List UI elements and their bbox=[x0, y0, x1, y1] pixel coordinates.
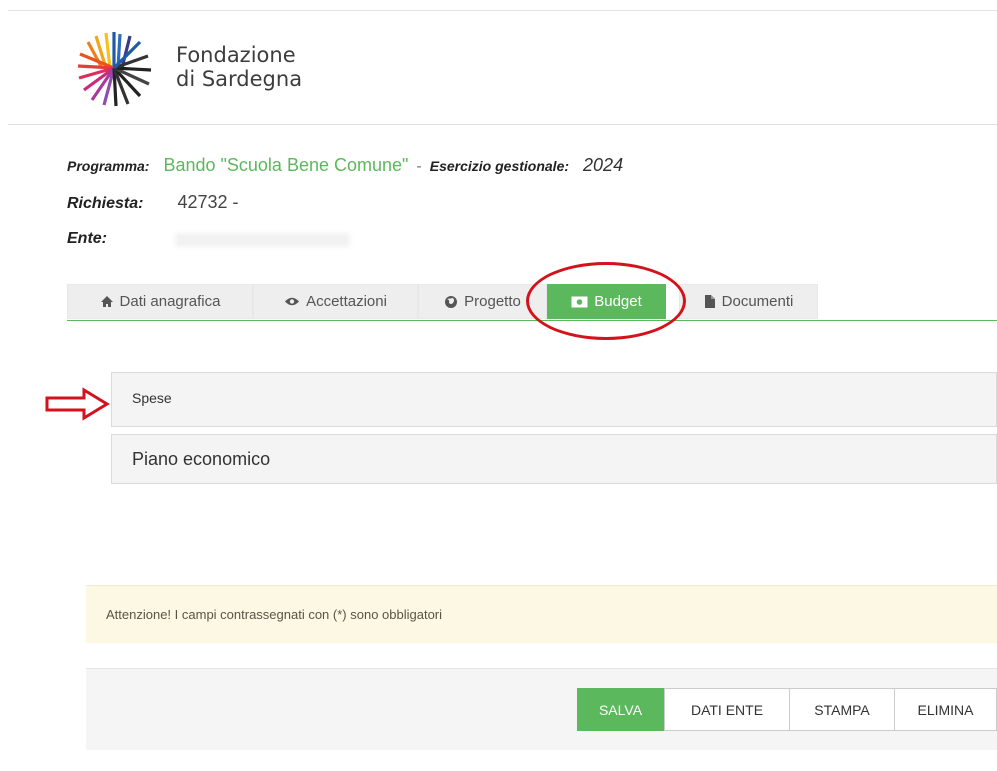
panel-spese-label: Spese bbox=[132, 390, 172, 406]
alert-text: Attenzione! I campi contrassegnati con (… bbox=[106, 607, 443, 622]
programma-value: Bando "Scuola Bene Comune" bbox=[163, 155, 409, 175]
money-icon bbox=[571, 296, 588, 307]
panel-piano-label: Piano economico bbox=[132, 449, 271, 469]
brand-name: Fondazione di Sardegna bbox=[176, 43, 302, 91]
eye-icon bbox=[285, 297, 300, 306]
required-fields-alert: Attenzione! I campi contrassegnati con (… bbox=[86, 585, 997, 643]
tab-label: Accettazioni bbox=[306, 293, 387, 310]
tab-label: Progetto bbox=[464, 293, 521, 310]
file-icon bbox=[704, 295, 715, 308]
separator: - bbox=[416, 158, 422, 175]
richiesta-value: 42732 - bbox=[177, 192, 239, 212]
home-icon bbox=[100, 296, 113, 307]
esercizio-label: Esercizio gestionale: bbox=[429, 158, 570, 174]
print-button[interactable]: STAMPA bbox=[789, 688, 895, 731]
globe-icon bbox=[445, 295, 458, 308]
save-button[interactable]: SALVA bbox=[577, 688, 664, 731]
tab-documenti[interactable]: Documenti bbox=[679, 284, 818, 319]
esercizio-value: 2024 bbox=[583, 155, 624, 175]
programma-label: Programma: bbox=[67, 158, 150, 174]
dati-ente-button[interactable]: DATI ENTE bbox=[664, 688, 790, 731]
richiesta-row: Richiesta: 42732 - bbox=[67, 192, 239, 213]
top-divider bbox=[8, 10, 997, 11]
ente-row: Ente: bbox=[67, 230, 107, 248]
brand-line-1: Fondazione bbox=[176, 43, 296, 67]
delete-button[interactable]: ELIMINA bbox=[894, 688, 997, 731]
tab-budget[interactable]: Budget bbox=[547, 284, 666, 319]
brand-line-2: di Sardegna bbox=[176, 67, 303, 91]
tab-label: Documenti bbox=[721, 293, 794, 310]
panel-piano-economico[interactable]: Piano economico bbox=[111, 434, 997, 484]
tab-progetto[interactable]: Progetto bbox=[418, 284, 547, 319]
tab-bar: Dati anagrafica Accettazioni Progetto Bu… bbox=[67, 284, 997, 321]
fondazione-logo-icon bbox=[77, 32, 152, 107]
tab-label: Dati anagrafica bbox=[119, 293, 221, 310]
site-header: Fondazione di Sardegna bbox=[8, 18, 997, 125]
panel-spese[interactable]: Spese bbox=[111, 372, 997, 427]
redacted-ente-value bbox=[175, 233, 350, 247]
annotation-arrow-icon bbox=[45, 387, 110, 421]
tab-label: Budget bbox=[594, 293, 642, 310]
tab-accettazioni[interactable]: Accettazioni bbox=[253, 284, 418, 319]
ente-label: Ente: bbox=[67, 230, 107, 247]
richiesta-label: Richiesta: bbox=[67, 195, 144, 212]
tab-dati-anagrafica[interactable]: Dati anagrafica bbox=[67, 284, 253, 319]
programma-row: Programma: Bando "Scuola Bene Comune" - Ese… bbox=[67, 155, 623, 176]
